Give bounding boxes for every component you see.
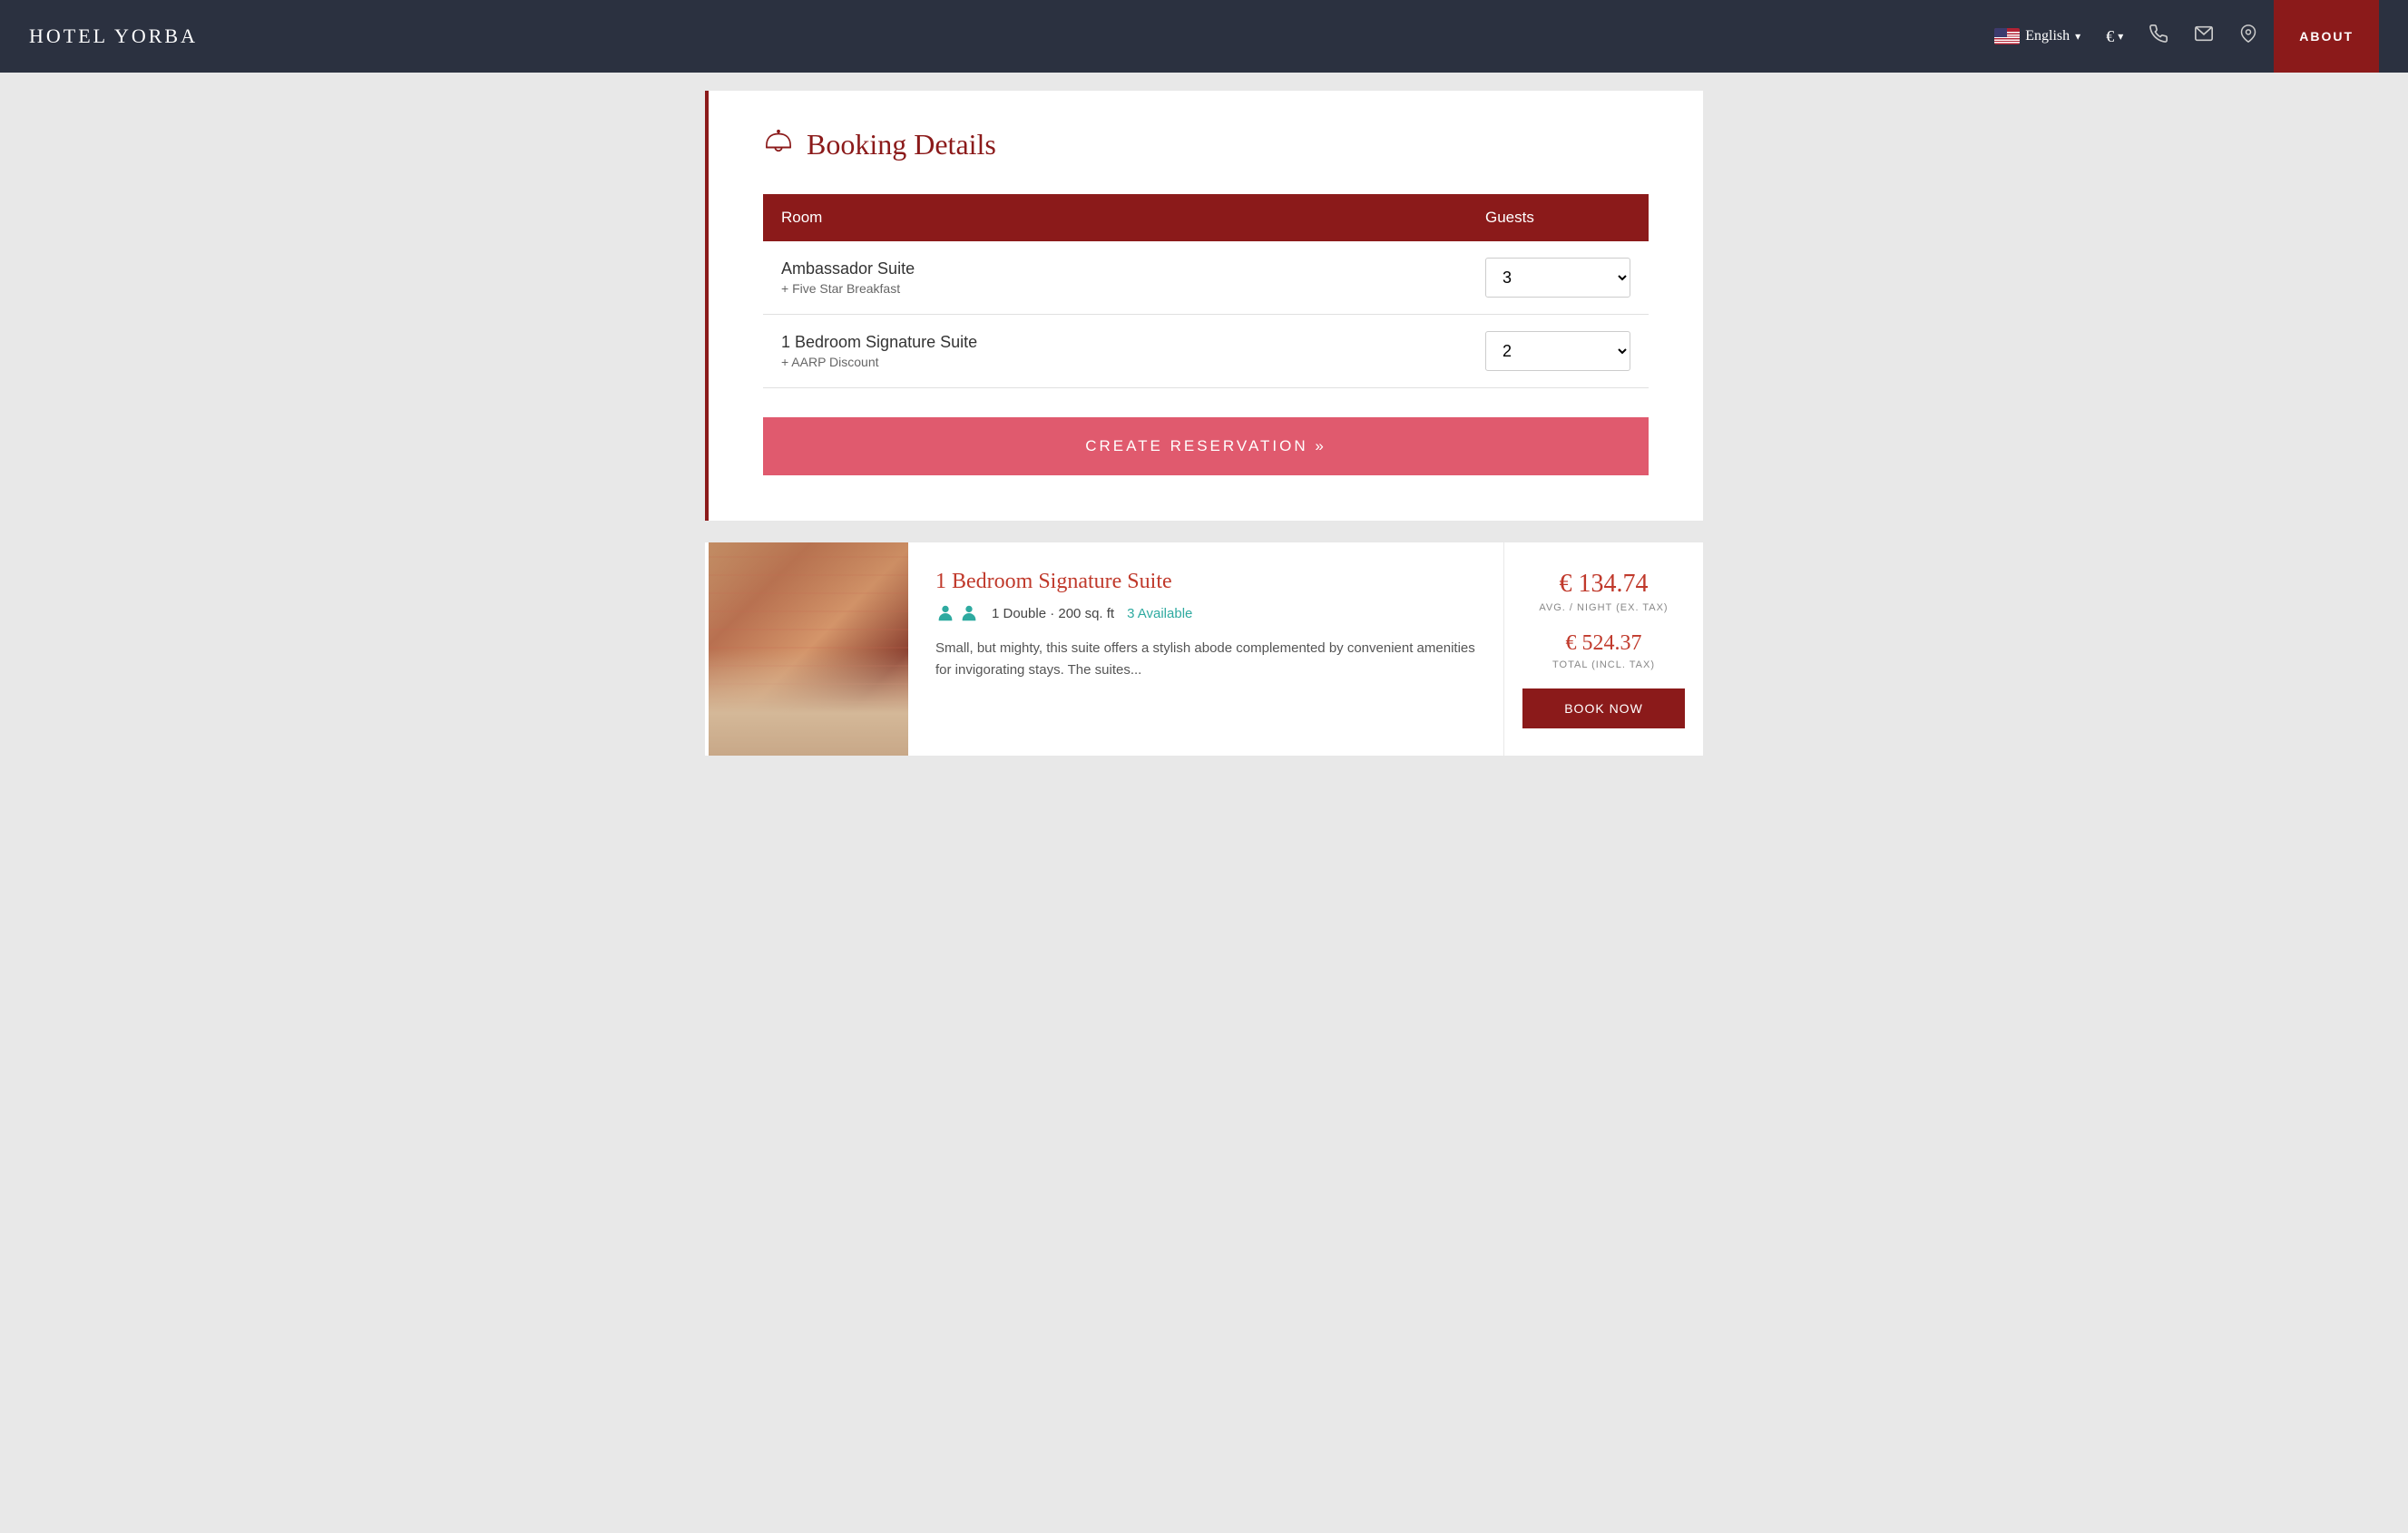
table-row: Ambassador Suite + Five Star Breakfast 1… [763,241,1649,315]
guest-icons [935,603,979,623]
price-per-night: € 134.74 [1560,570,1649,599]
bell-icon [763,127,794,161]
currency-symbol: € [2106,27,2114,46]
room-specs: 1 Double · 200 sq. ft [992,606,1114,621]
price-total-label: TOTAL (INCL. TAX) [1552,659,1655,670]
booking-table: Room Guests Ambassador Suite + Five Star… [763,194,1649,388]
room-cell-1: 1 Bedroom Signature Suite + AARP Discoun… [763,315,1467,388]
room-availability: 3 Available [1127,606,1192,621]
book-now-button[interactable]: BOOK NOW [1522,688,1685,728]
room-extra-0: + Five Star Breakfast [781,281,1449,296]
room-cell-0: Ambassador Suite + Five Star Breakfast [763,241,1467,315]
table-col-room: Room [763,194,1467,241]
room-card-title: 1 Bedroom Signature Suite [935,570,1476,594]
table-col-guests: Guests [1467,194,1649,241]
booking-details-card: Booking Details Room Guests Ambassador S… [705,91,1703,521]
currency-caret: ▾ [2118,30,2123,44]
room-name-0: Ambassador Suite [781,259,1449,278]
guests-select-1[interactable]: 123456 [1485,331,1630,371]
room-description: Small, but mighty, this suite offers a s… [935,638,1476,681]
booking-title: Booking Details [763,127,1649,161]
room-image-inner [709,542,908,756]
navbar-right: English ▾ € ▾ ABOUT [1985,0,2379,73]
mail-icon[interactable] [2185,24,2223,49]
guest-icon-1 [935,603,955,623]
guests-select-0[interactable]: 123456 [1485,258,1630,298]
booking-heading: Booking Details [807,128,996,161]
language-label: English [2025,28,2070,44]
navbar: HOTEL YORBA English ▾ € ▾ [0,0,2408,73]
room-pricing: € 134.74 AVG. / NIGHT (EX. TAX) € 524.37… [1503,542,1703,756]
page-content: Booking Details Room Guests Ambassador S… [705,73,1703,774]
guests-cell-0: 123456 [1467,241,1649,315]
guest-icon-2 [959,603,979,623]
price-per-night-label: AVG. / NIGHT (EX. TAX) [1539,602,1668,613]
guests-cell-1: 123456 [1467,315,1649,388]
room-listing-card: 1 Bedroom Signature Suite 1 Double · 200… [705,542,1703,756]
room-extra-1: + AARP Discount [781,355,1449,369]
language-selector[interactable]: English ▾ [1985,28,2090,44]
table-row: 1 Bedroom Signature Suite + AARP Discoun… [763,315,1649,388]
create-reservation-button[interactable]: CREATE RESERVATION » [763,417,1649,475]
price-total: € 524.37 [1566,631,1642,656]
location-icon[interactable] [2230,24,2266,49]
brand-logo: HOTEL YORBA [29,24,198,48]
phone-icon[interactable] [2139,24,2178,49]
room-details: 1 Bedroom Signature Suite 1 Double · 200… [908,542,1503,756]
flag-icon [1994,28,2020,44]
room-image [709,542,908,756]
room-name-1: 1 Bedroom Signature Suite [781,333,1449,352]
about-button[interactable]: ABOUT [2274,0,2379,73]
room-meta: 1 Double · 200 sq. ft 3 Available [935,603,1476,623]
currency-selector[interactable]: € ▾ [2097,27,2132,46]
language-caret: ▾ [2075,30,2080,44]
